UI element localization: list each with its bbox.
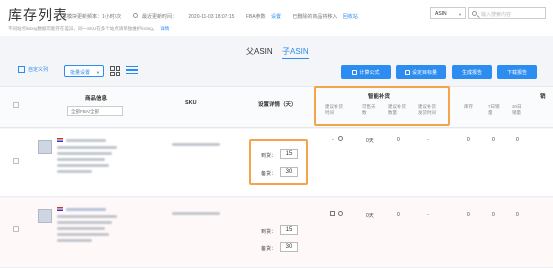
suggest-ship-value: - bbox=[427, 137, 429, 143]
stock-value: 0 bbox=[467, 212, 470, 218]
set-target-button[interactable]: 设定目标量 bbox=[396, 65, 446, 79]
product-desc-blurred bbox=[57, 146, 117, 149]
sell-days-value: 0天 bbox=[366, 213, 374, 219]
target-icon bbox=[404, 69, 410, 75]
suggest-days-value: - bbox=[332, 137, 334, 143]
notice-text: 不同站点listing数据可能存在差异，同一SKU在多个站点请单独维护listi… bbox=[8, 26, 158, 31]
product-title-blurred bbox=[66, 208, 106, 211]
ready-days-input[interactable]: 30 bbox=[280, 242, 298, 252]
row-checkbox[interactable] bbox=[13, 226, 19, 232]
download-report-button[interactable]: 下载报告 bbox=[497, 65, 537, 79]
select-all-checkbox[interactable] bbox=[13, 102, 19, 108]
product-desc-blurred bbox=[57, 227, 105, 230]
product-desc-blurred bbox=[57, 239, 92, 242]
30d-sales-value: 0 bbox=[516, 212, 519, 218]
clock-icon[interactable] bbox=[338, 211, 343, 216]
set-target-button-label: 设定目标量 bbox=[411, 69, 437, 76]
header-stock: 库存 bbox=[464, 104, 473, 109]
generate-report-label: 生成报告 bbox=[461, 69, 482, 76]
sku-blurred bbox=[172, 212, 220, 215]
calculator-icon bbox=[352, 69, 358, 75]
header-30d-sales: 30日销量 bbox=[512, 104, 522, 115]
arrival-days-input[interactable]: 15 bbox=[280, 225, 298, 235]
row-checkbox[interactable] bbox=[13, 158, 19, 164]
clock-icon[interactable] bbox=[338, 136, 343, 141]
page-header: 库存列表 本模块更新频率：1小时/次 最近更新时间： 2020-11-03 18… bbox=[0, 0, 553, 36]
arrival-label: 到货： bbox=[261, 229, 277, 235]
page-title: 库存列表 bbox=[8, 7, 68, 23]
calendar-icon[interactable] bbox=[330, 211, 335, 216]
meta-line: 本模块更新频率：1小时/次 最近更新时间： 2020-11-03 18:07:1… bbox=[62, 13, 368, 20]
sell-days-value: 0天 bbox=[366, 138, 374, 144]
suggest-qty-value: 0 bbox=[397, 212, 400, 218]
search-placeholder: 输入搜索内容 bbox=[481, 12, 512, 18]
custom-columns-button[interactable]: 自定义列 bbox=[18, 66, 48, 73]
product-desc-blurred bbox=[57, 221, 112, 224]
tab-child-asin[interactable]: 子ASIN bbox=[282, 46, 309, 59]
search-input[interactable]: 输入搜索内容 bbox=[468, 7, 546, 19]
list-view-icon[interactable] bbox=[126, 66, 138, 76]
filter-select-value: 全部FBA/全部 bbox=[71, 109, 100, 114]
product-desc-blurred bbox=[57, 164, 109, 167]
suggest-ship-value: - bbox=[427, 212, 429, 218]
formula-button-label: 计算公式 bbox=[359, 69, 380, 76]
columns-icon bbox=[18, 66, 25, 73]
stock-value: 0 bbox=[467, 137, 470, 143]
smart-restock-highlight bbox=[314, 86, 450, 126]
last-update-label: 最近更新时间： bbox=[141, 14, 177, 20]
header-sku: SKU bbox=[185, 100, 197, 106]
bulk-setting-dropdown[interactable]: 批量设置 ▼ bbox=[64, 65, 104, 77]
header-product: 商品信息 bbox=[85, 96, 108, 102]
sku-blurred bbox=[172, 143, 220, 146]
header-7d-sales: 7日销量 bbox=[488, 104, 500, 115]
product-thumbnail bbox=[38, 140, 52, 154]
formula-button[interactable]: 计算公式 bbox=[341, 65, 391, 79]
chevron-down-icon: ▼ bbox=[96, 69, 100, 75]
filter-select[interactable]: 全部FBA/全部 bbox=[67, 106, 123, 116]
fba-settings-link[interactable]: 设置 bbox=[271, 14, 281, 20]
asin-type-select[interactable]: ASIN ▼ bbox=[430, 7, 466, 19]
info-icon bbox=[132, 13, 138, 18]
bulk-setting-label: 批量设置 bbox=[70, 70, 91, 76]
asin-select-value: ASIN bbox=[435, 11, 447, 17]
product-desc-blurred bbox=[57, 233, 109, 236]
product-thumbnail bbox=[38, 209, 52, 223]
notice-line: 不同站点listing数据可能存在差异，同一SKU在多个站点请单独维护listi… bbox=[8, 26, 169, 32]
header-sales: 销 bbox=[540, 94, 546, 100]
update-frequency: 本模块更新频率：1小时/次 bbox=[62, 14, 122, 20]
us-flag-icon bbox=[57, 138, 63, 142]
7d-sales-value: 0 bbox=[492, 212, 495, 218]
last-update-time: 2020-11-03 18:07:15 bbox=[188, 14, 235, 20]
custom-columns-label: 自定义列 bbox=[28, 67, 49, 73]
grid-view-icon[interactable] bbox=[110, 66, 120, 76]
suggest-qty-value: 0 bbox=[397, 137, 400, 143]
tab-parent-asin[interactable]: 父ASIN bbox=[246, 46, 273, 57]
chevron-down-icon: ▼ bbox=[458, 12, 462, 17]
recycle-text: 已删除的商品将移入 bbox=[292, 14, 338, 20]
us-flag-icon bbox=[57, 207, 63, 211]
product-title-blurred bbox=[66, 139, 106, 142]
product-desc-blurred bbox=[57, 152, 112, 155]
product-desc-blurred bbox=[57, 158, 105, 161]
ready-label: 备货： bbox=[261, 246, 277, 252]
product-desc-blurred bbox=[57, 170, 92, 173]
generate-report-button[interactable]: 生成报告 bbox=[452, 65, 492, 79]
download-report-label: 下载报告 bbox=[506, 69, 527, 76]
30d-sales-value: 0 bbox=[516, 137, 519, 143]
restock-settings-highlight bbox=[249, 139, 308, 185]
fba-label: FBA参数 bbox=[245, 14, 266, 20]
notice-detail-link[interactable]: 详情 bbox=[160, 26, 169, 31]
product-desc-blurred bbox=[57, 215, 117, 218]
recycle-bin-link[interactable]: 回收站 bbox=[343, 14, 358, 20]
header-restock: 设置详情（天） bbox=[258, 102, 297, 108]
search-icon bbox=[472, 11, 477, 16]
7d-sales-value: 0 bbox=[492, 137, 495, 143]
